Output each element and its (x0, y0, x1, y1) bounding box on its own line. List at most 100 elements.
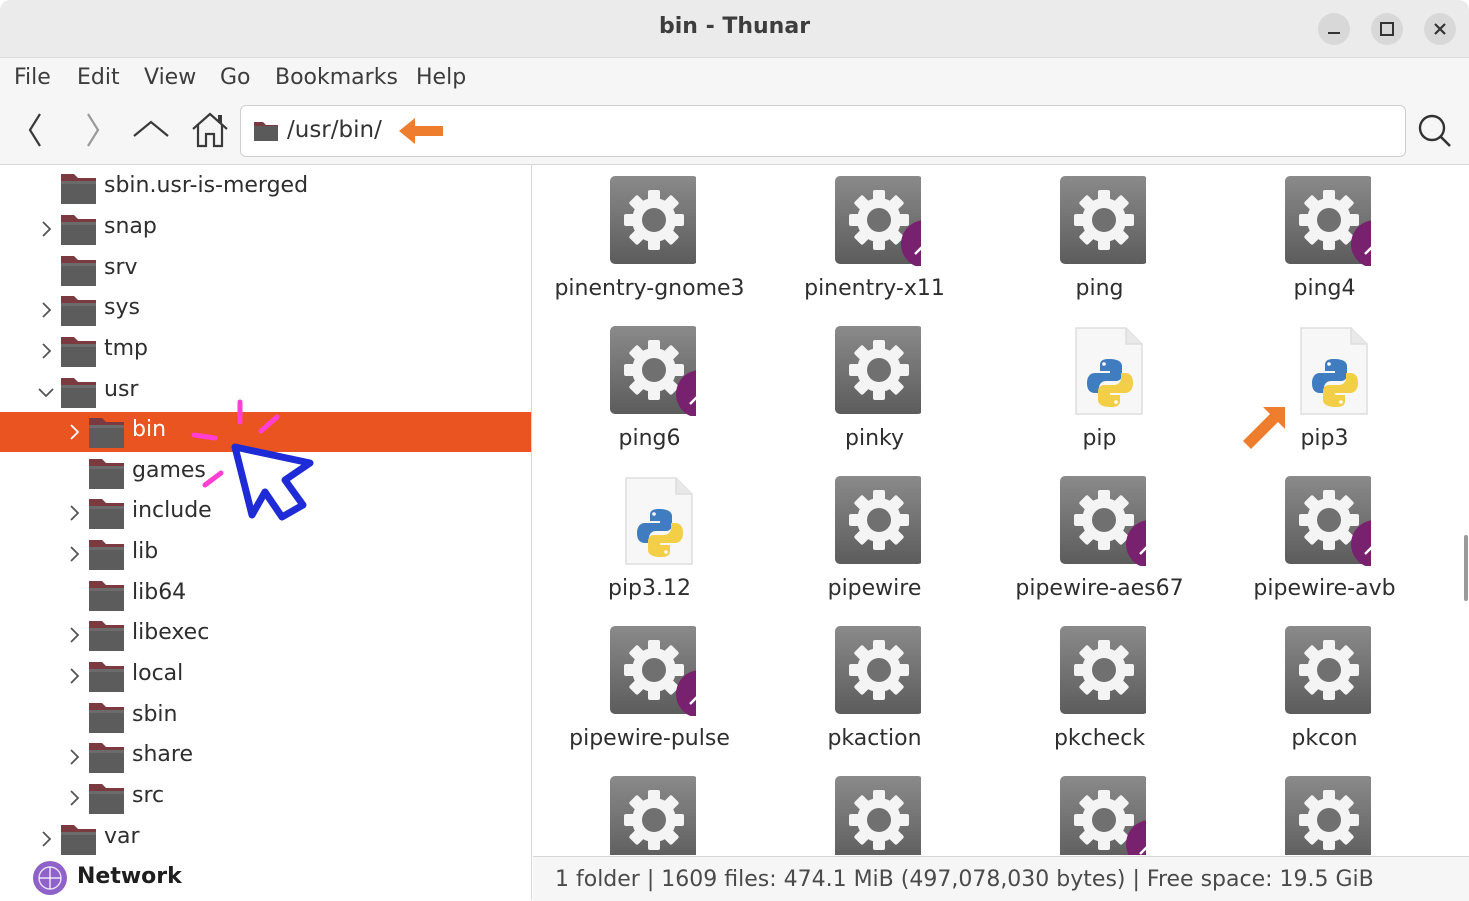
file-item[interactable]: pip3.12 (537, 468, 762, 618)
toolbar: /usr/bin/ (0, 98, 1469, 165)
file-item[interactable]: pinentry-x11 (762, 168, 987, 318)
close-button[interactable] (1424, 13, 1456, 45)
maximize-icon (1380, 22, 1394, 36)
sidebar-item-sbin[interactable]: sbin (0, 697, 531, 737)
file-item[interactable]: pipewire-pulse (537, 618, 762, 768)
expander-right-icon[interactable] (36, 219, 56, 239)
folder-icon (89, 784, 124, 814)
expander-right-icon[interactable] (64, 503, 84, 523)
sidebar-item-network[interactable]: Network (0, 859, 531, 899)
menu-help[interactable]: Help (416, 65, 466, 90)
menu-go[interactable]: Go (220, 65, 251, 90)
sidebar-item-label: share (132, 742, 193, 767)
folder-icon (61, 296, 96, 326)
window-title: bin - Thunar (658, 14, 811, 39)
sidebar-item-lib[interactable]: lib (0, 534, 531, 574)
executable-icon (1060, 626, 1146, 714)
sidebar-item-label: lib64 (132, 580, 187, 605)
sidebar-item-label: srv (104, 255, 138, 280)
file-name: pip (1082, 426, 1117, 451)
file-icon-view: pinentry-gnome3 pinentry-x11 ping ping4 ping… (533, 165, 1469, 855)
file-name: pipewire-avb (1253, 576, 1396, 601)
sidebar-item-src[interactable]: src (0, 778, 531, 818)
expander-right-icon[interactable] (36, 300, 56, 320)
file-item[interactable] (537, 768, 762, 855)
sidebar-item-label: src (132, 783, 165, 808)
back-button[interactable] (20, 110, 50, 150)
folder-icon (62, 165, 98, 167)
expander-down-icon[interactable] (36, 382, 56, 402)
minimize-button[interactable] (1318, 13, 1350, 45)
sidebar-item-label: sys (104, 295, 140, 320)
file-item[interactable] (762, 768, 987, 855)
executable-icon (835, 326, 921, 414)
sidebar-item-libexec[interactable]: libexec (0, 615, 531, 655)
sidebar-item-lib64[interactable]: lib64 (0, 575, 531, 615)
file-name: pkaction (827, 726, 922, 751)
maximize-button[interactable] (1371, 13, 1403, 45)
menu-bookmarks[interactable]: Bookmarks (275, 65, 398, 90)
file-item[interactable]: ping6 (537, 318, 762, 468)
sidebar-item-snap[interactable]: snap (0, 209, 531, 249)
sidebar-item-label: Network (77, 864, 182, 889)
expander-right-icon[interactable] (64, 422, 84, 442)
sidebar-item-sys[interactable]: sys (0, 290, 531, 330)
folder-icon (61, 337, 96, 367)
expander-right-icon[interactable] (36, 341, 56, 361)
sidebar-item-var[interactable]: var (0, 819, 531, 859)
folder-icon (89, 499, 124, 529)
sidebar-item-tmp[interactable]: tmp (0, 331, 531, 371)
file-item[interactable]: pip (987, 318, 1212, 468)
executable-link-icon (1285, 476, 1371, 566)
annotation-arrow-icon (399, 118, 443, 144)
file-item[interactable]: pkcon (1212, 618, 1437, 768)
executable-link-icon (610, 626, 696, 716)
file-item[interactable]: pipewire-avb (1212, 468, 1437, 618)
sidebar-item-label: local (132, 661, 184, 686)
location-bar[interactable]: /usr/bin/ (240, 105, 1406, 157)
folder-icon (89, 703, 124, 733)
close-icon (1434, 23, 1446, 35)
expander-right-icon[interactable] (64, 788, 84, 808)
folder-icon (89, 459, 124, 489)
file-item[interactable]: ping4 (1212, 168, 1437, 318)
forward-button[interactable] (78, 110, 108, 150)
file-item[interactable]: pipewire (762, 468, 987, 618)
file-item[interactable] (1212, 768, 1437, 855)
expander-right-icon[interactable] (36, 829, 56, 849)
folder-icon (89, 743, 124, 773)
sidebar-item-srv[interactable]: srv (0, 250, 531, 290)
expander-right-icon[interactable] (64, 747, 84, 767)
scrollbar[interactable] (1464, 535, 1468, 601)
expander-right-icon[interactable] (64, 666, 84, 686)
menu-view[interactable]: View (144, 65, 196, 90)
file-item[interactable]: pkaction (762, 618, 987, 768)
up-button[interactable] (130, 114, 172, 144)
executable-icon (835, 476, 921, 564)
folder-icon (89, 621, 124, 651)
file-name: pip3.12 (607, 576, 692, 601)
title-bar: bin - Thunar (0, 0, 1469, 58)
file-item[interactable]: pinky (762, 318, 987, 468)
menu-edit[interactable]: Edit (77, 65, 120, 90)
search-button[interactable] (1414, 112, 1454, 150)
file-item[interactable]: pinentry-gnome3 (537, 168, 762, 318)
file-item[interactable] (987, 768, 1212, 855)
file-item[interactable]: pkcheck (987, 618, 1212, 768)
sidebar-item-sbin-usr-is-merged[interactable]: sbin.usr-is-merged (0, 168, 531, 208)
minimize-icon (1328, 32, 1340, 34)
home-button[interactable] (190, 110, 230, 150)
sidebar-item-share[interactable]: share (0, 737, 531, 777)
sidebar-item-label: bin (132, 417, 167, 442)
sidebar-tree: sbin.usr-is-merged snap srv sys tmp usr bin gam… (0, 165, 532, 900)
sidebar-item-local[interactable]: local (0, 656, 531, 696)
status-text: 1 folder | 1609 files: 474.1 MiB (497,07… (555, 867, 1374, 892)
expander-right-icon[interactable] (64, 544, 84, 564)
expander-right-icon[interactable] (64, 625, 84, 645)
file-item[interactable]: ping (987, 168, 1212, 318)
executable-link-icon (1060, 776, 1146, 855)
menu-file[interactable]: File (14, 65, 51, 90)
executable-link-icon (610, 326, 696, 416)
file-item[interactable]: pipewire-aes67 (987, 468, 1212, 618)
file-name: pkcon (1291, 726, 1358, 751)
